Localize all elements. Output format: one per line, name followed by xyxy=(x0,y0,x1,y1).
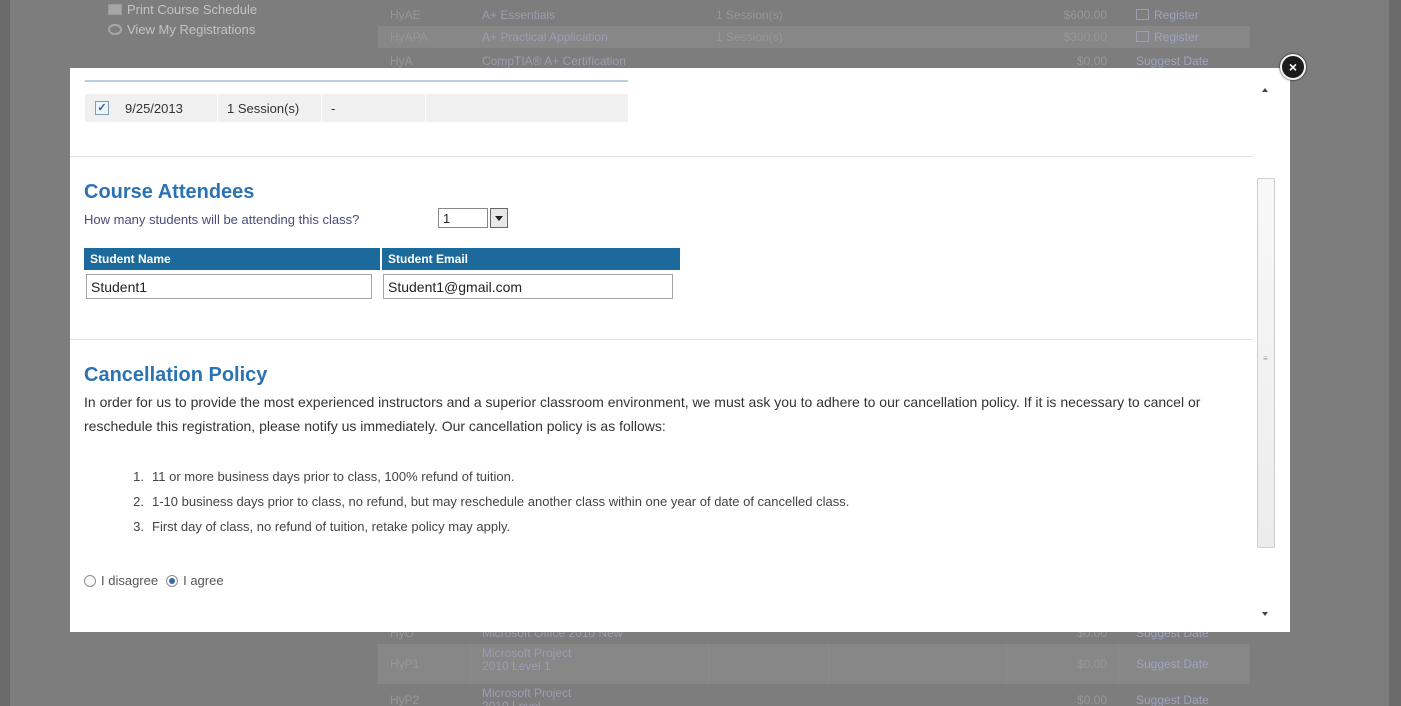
table-row: HyAE A+ Essentials 1 Session(s) $600.00 … xyxy=(378,4,1250,26)
column-divider xyxy=(828,644,829,684)
attendees-table-header: Student Name Student Email xyxy=(84,248,680,270)
register-label: Register xyxy=(1154,30,1199,44)
column-divider xyxy=(1006,644,1007,684)
policy-item: 2. 1-10 business days prior to class, no … xyxy=(133,494,850,509)
column-divider xyxy=(708,644,709,684)
background-sidebar: Print Course Schedule View My Registrati… xyxy=(108,0,348,40)
scroll-up-arrow-icon[interactable] xyxy=(1262,88,1268,92)
register-link[interactable]: Register xyxy=(1136,31,1199,44)
register-icon xyxy=(1136,31,1149,42)
course-sessions: 1 Session(s) xyxy=(716,30,783,44)
session-date: 9/25/2013 xyxy=(125,101,183,116)
section-divider xyxy=(70,156,1254,157)
attendee-count-select[interactable]: 1 xyxy=(438,208,510,228)
course-title-link[interactable]: Microsoft Project 2010 Level xyxy=(482,687,592,706)
suggest-date-link[interactable]: Suggest Date xyxy=(1136,658,1209,671)
register-label: Register xyxy=(1154,8,1199,22)
session-table-header-edge xyxy=(85,80,628,82)
course-price: $0.00 xyxy=(1076,54,1107,68)
scroll-down-arrow-icon[interactable] xyxy=(1262,612,1268,616)
cancellation-policy-title: Cancellation Policy xyxy=(84,364,268,386)
table-row: HyA CompTIA® A+ Certification $0.00 Sugg… xyxy=(378,50,1250,68)
policy-item-text: 1-10 business days prior to class, no re… xyxy=(152,494,850,509)
view-my-registrations-link[interactable]: View My Registrations xyxy=(108,20,348,38)
scrollbar-thumb[interactable]: ≡ xyxy=(1257,178,1275,548)
policy-item: 1. 11 or more business days prior to clas… xyxy=(133,469,515,484)
disagree-label[interactable]: I disagree xyxy=(101,573,158,588)
attendee-row xyxy=(84,270,680,300)
scrollbar-grip-icon: ≡ xyxy=(1263,354,1268,363)
course-code: HyAPA xyxy=(390,30,428,44)
column-divider xyxy=(217,94,218,122)
course-price: $300.00 xyxy=(1063,30,1107,44)
register-link[interactable]: Register xyxy=(1136,9,1199,22)
column-divider xyxy=(1118,644,1119,684)
table-row: HyP2 Microsoft Project 2010 Level $0.00 … xyxy=(378,684,1250,706)
course-title-link[interactable]: Microsoft Project 2010 Level 1 xyxy=(482,647,592,673)
close-icon[interactable]: × xyxy=(1280,54,1306,80)
registration-modal: ✓ 9/25/2013 1 Session(s) - Course Attend… xyxy=(70,68,1290,632)
policy-agreement: I disagree I agree xyxy=(84,573,232,588)
attendee-count-question: How many students will be attending this… xyxy=(84,212,360,227)
column-divider xyxy=(321,94,322,122)
magnifier-icon xyxy=(108,23,122,35)
session-time: - xyxy=(331,101,336,116)
session-checkbox[interactable]: ✓ xyxy=(95,101,109,115)
policy-item-text: 11 or more business days prior to class,… xyxy=(152,469,515,484)
policy-item: 3. First day of class, no refund of tuiti… xyxy=(133,519,511,534)
table-row: HyAPA A+ Practical Application 1 Session… xyxy=(378,26,1250,48)
course-code: HyP2 xyxy=(390,693,420,706)
suggest-date-link[interactable]: Suggest Date xyxy=(1136,55,1209,68)
session-count: 1 Session(s) xyxy=(227,101,300,116)
view-my-registrations-label: View My Registrations xyxy=(127,21,256,37)
course-title-link[interactable]: CompTIA® A+ Certification xyxy=(482,55,702,68)
course-attendees-title: Course Attendees xyxy=(84,181,255,203)
student-name-input[interactable] xyxy=(86,274,372,299)
cancellation-policy-text: In order for us to provide the most expe… xyxy=(84,394,1201,434)
course-title-link[interactable]: A+ Essentials xyxy=(482,9,702,22)
policy-list: 1. 11 or more business days prior to clas… xyxy=(126,464,849,539)
print-course-schedule-link[interactable]: Print Course Schedule xyxy=(108,0,348,18)
chevron-down-icon[interactable] xyxy=(490,208,508,228)
column-divider xyxy=(425,94,426,122)
attendee-count-value[interactable]: 1 xyxy=(438,208,488,228)
course-code: HyA xyxy=(390,54,413,68)
student-email-header: Student Email xyxy=(388,252,469,266)
course-price: $600.00 xyxy=(1063,8,1107,22)
print-course-schedule-label: Print Course Schedule xyxy=(127,1,258,17)
suggest-date-link[interactable]: Suggest Date xyxy=(1136,694,1209,706)
course-price: $0.00 xyxy=(1076,657,1107,671)
session-row: ✓ 9/25/2013 1 Session(s) - xyxy=(85,94,628,122)
disagree-radio[interactable] xyxy=(84,574,96,587)
printer-icon xyxy=(108,3,122,15)
table-row: HyP1 Microsoft Project 2010 Level 1 $0.0… xyxy=(378,644,1250,684)
attendees-table: Student Name Student Email xyxy=(84,248,680,300)
agree-label[interactable]: I agree xyxy=(183,573,223,588)
section-divider xyxy=(70,339,1254,340)
course-code: HyAE xyxy=(390,8,421,22)
policy-item-text: First day of class, no refund of tuition… xyxy=(152,519,511,534)
column-divider xyxy=(470,644,471,684)
course-price: $0.00 xyxy=(1076,693,1107,706)
modal-scroll-area: ✓ 9/25/2013 1 Session(s) - Course Attend… xyxy=(70,68,1254,632)
agree-radio[interactable] xyxy=(166,574,179,587)
register-icon xyxy=(1136,9,1149,20)
student-email-input[interactable] xyxy=(383,274,673,299)
student-name-header: Student Name xyxy=(84,248,382,270)
course-sessions: 1 Session(s) xyxy=(716,8,783,22)
course-title-link[interactable]: A+ Practical Application xyxy=(482,31,702,44)
course-code: HyP1 xyxy=(390,657,420,671)
